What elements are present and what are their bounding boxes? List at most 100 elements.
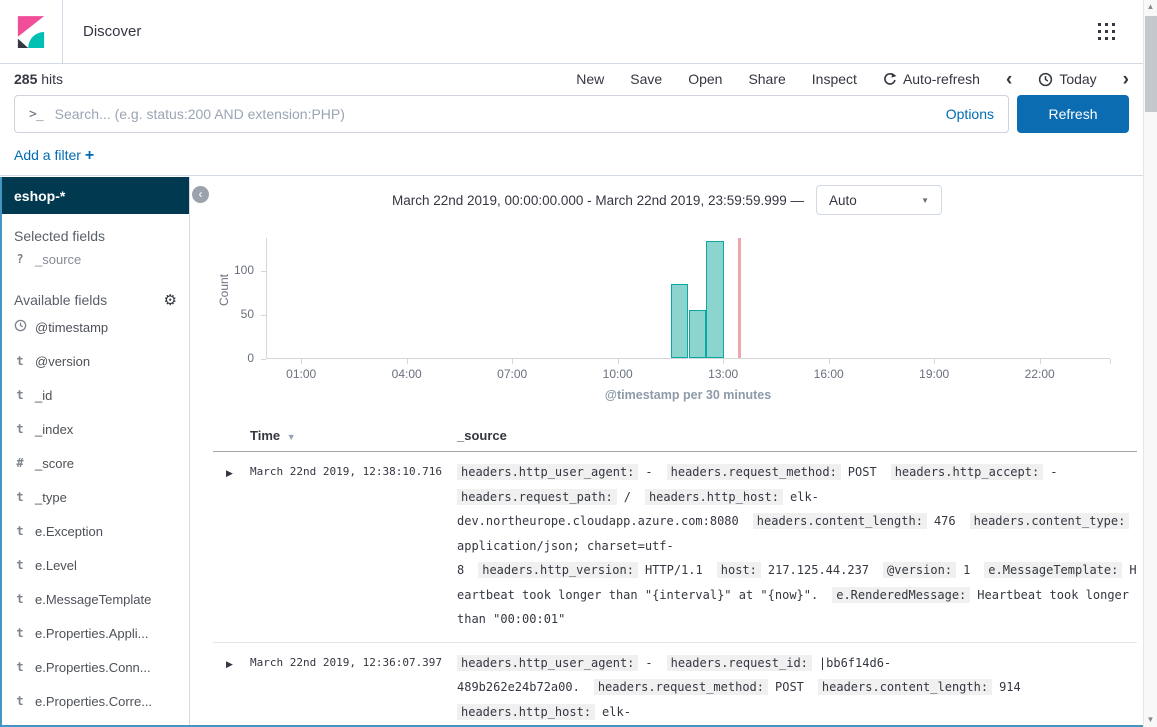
field-item-@timestamp[interactable]: @timestamp [2, 310, 189, 344]
menu-item-open[interactable]: Open [688, 71, 722, 87]
source-field-value: - [645, 465, 652, 479]
x-tick-mark [723, 359, 724, 364]
field-type-icon: t [14, 354, 26, 368]
document-table: Time ▼ _source ▶March 22nd 2019, 12:38:1… [213, 421, 1137, 725]
page-content: Discover 285 hits New Save Open Share Inspec… [0, 0, 1143, 727]
field-name: e.Exception [35, 524, 103, 539]
expand-row-icon[interactable]: ▶ [226, 460, 250, 632]
table-row: ▶March 22nd 2019, 12:38:10.716headers.ht… [213, 452, 1137, 643]
field-type-icon: t [14, 660, 26, 674]
today-time-button[interactable]: Today [1038, 71, 1096, 87]
auto-refresh-label: Auto-refresh [903, 71, 980, 87]
field-item-_id[interactable]: t_id [2, 378, 189, 412]
field-item-e.Exception[interactable]: te.Exception [2, 514, 189, 548]
histogram-bar[interactable] [671, 284, 689, 358]
sort-descending-icon: ▼ [287, 432, 296, 442]
field-name: @version [35, 354, 90, 369]
scrollbar-up-icon[interactable]: ▲ [1144, 0, 1157, 14]
collapse-sidebar-button[interactable]: ‹ [192, 186, 209, 203]
refresh-button[interactable]: Refresh [1017, 95, 1129, 133]
field-item-_source[interactable]: ?_source [2, 244, 189, 274]
row-timestamp: March 22nd 2019, 12:38:10.716 [250, 460, 457, 632]
menu-item-save[interactable]: Save [630, 71, 662, 87]
x-tick-label: 10:00 [594, 367, 642, 381]
source-field-key: headers.request_method: [594, 679, 768, 695]
histogram-bar[interactable] [706, 241, 724, 358]
x-tick-label: 13:00 [699, 367, 747, 381]
source-field-value: POST [775, 680, 804, 694]
hits-label: hits [41, 71, 63, 87]
row-source: headers.http_user_agent:-headers.request… [457, 651, 1137, 726]
discover-toolbar: 285 hits New Save Open Share Inspect Auto-re… [0, 64, 1143, 94]
table-row: ▶March 22nd 2019, 12:36:07.397headers.ht… [213, 643, 1137, 726]
field-item-e.Properties.Conn...[interactable]: t e.Properties.Conn... [2, 650, 189, 684]
x-tick-label: 22:00 [1016, 367, 1064, 381]
apps-menu-icon[interactable] [1098, 23, 1115, 40]
x-tick-mark [301, 359, 302, 364]
expand-row-icon[interactable]: ▶ [226, 651, 250, 726]
field-name: e.Properties.Corre... [35, 694, 152, 709]
table-header: Time ▼ _source [213, 421, 1137, 452]
interval-select[interactable]: Auto ▼ [816, 185, 942, 215]
field-type-icon: t [14, 626, 26, 640]
field-name: _source [35, 252, 81, 267]
field-item-_score[interactable]: #_score [2, 446, 189, 480]
discover-panel: March 22nd 2019, 00:00:00.000 - March 22… [191, 177, 1143, 725]
field-type-icon: t [14, 558, 26, 572]
hits-count: 285 hits [14, 71, 63, 87]
add-filter-plus-icon[interactable]: + [85, 147, 94, 164]
field-item-@version[interactable]: t @version [2, 344, 189, 378]
column-header-time[interactable]: Time ▼ [250, 428, 296, 443]
field-name: e.Properties.Appli... [35, 626, 148, 641]
app-bar: Discover [0, 0, 1143, 64]
clock-type-icon [14, 319, 27, 332]
next-time-button[interactable]: › [1123, 70, 1129, 89]
menu-item-share[interactable]: Share [748, 71, 785, 87]
add-filter-link[interactable]: Add a filter [14, 147, 81, 163]
source-field-key: headers.request_id: [667, 655, 812, 671]
field-item-e.Properties.Appli...[interactable]: t e.Properties.Appli... [2, 616, 189, 650]
index-pattern-selector[interactable]: eshop-* [2, 177, 189, 214]
field-name: _id [35, 388, 52, 403]
search-row: >_ Options Refresh [0, 94, 1143, 134]
available-fields-list: @timestampt@versiont_idt_index#_scoret_t… [2, 310, 189, 718]
scrollbar-down-icon[interactable]: ▼ [1144, 713, 1157, 727]
source-field-key: headers.request_method: [667, 464, 841, 480]
scrollbar-thumb[interactable] [1145, 16, 1157, 112]
histogram-bar[interactable] [689, 310, 707, 358]
menu-item-new[interactable]: New [576, 71, 604, 87]
y-tick-label: 100 [191, 263, 254, 277]
source-field-key: headers.http_user_agent: [457, 655, 638, 671]
kibana-logo[interactable] [0, 0, 63, 63]
clock-icon [1038, 72, 1053, 87]
field-settings-gear-icon[interactable]: ⚙ [164, 293, 177, 308]
field-item-e.MessageTemplate[interactable]: te.MessageTemplate [2, 582, 189, 616]
auto-refresh-button[interactable]: Auto-refresh [883, 71, 980, 87]
field-item-e.Level[interactable]: te.Level [2, 548, 189, 582]
source-field-key: headers.http_accept: [891, 464, 1044, 480]
search-input[interactable] [53, 105, 936, 123]
source-field-value: - [1050, 465, 1057, 479]
source-field-key: headers.content_length: [818, 679, 992, 695]
page-scrollbar[interactable]: ▲ ▼ [1143, 0, 1157, 727]
previous-time-button[interactable]: ‹ [1006, 70, 1012, 89]
field-item-_index[interactable]: t_index [2, 412, 189, 446]
menu-item-inspect[interactable]: Inspect [812, 71, 857, 87]
options-link[interactable]: Options [946, 106, 994, 122]
source-field-key: e.MessageTemplate: [984, 562, 1122, 578]
column-header-source: _source [457, 428, 507, 443]
refresh-cycle-icon [883, 72, 897, 86]
source-field-key: headers.request_path: [457, 489, 617, 505]
field-item-_type[interactable]: t_type [2, 480, 189, 514]
field-item-e.Properties.Corre...[interactable]: te.Properties.Corre... [2, 684, 189, 718]
x-tick-mark [1040, 359, 1041, 364]
field-name: e.Properties.Conn... [35, 660, 151, 675]
menu-items: New Save Open Share Inspect [576, 71, 857, 87]
main-area: eshop-* Selected fields ?_source Availab… [0, 177, 1143, 727]
interval-value: Auto [829, 193, 857, 208]
field-name: _index [35, 422, 73, 437]
row-source: headers.http_user_agent:-headers.request… [457, 460, 1137, 632]
field-name: e.MessageTemplate [35, 592, 151, 607]
histogram-plot [266, 238, 1110, 359]
source-field-key: headers.http_version: [478, 562, 638, 578]
